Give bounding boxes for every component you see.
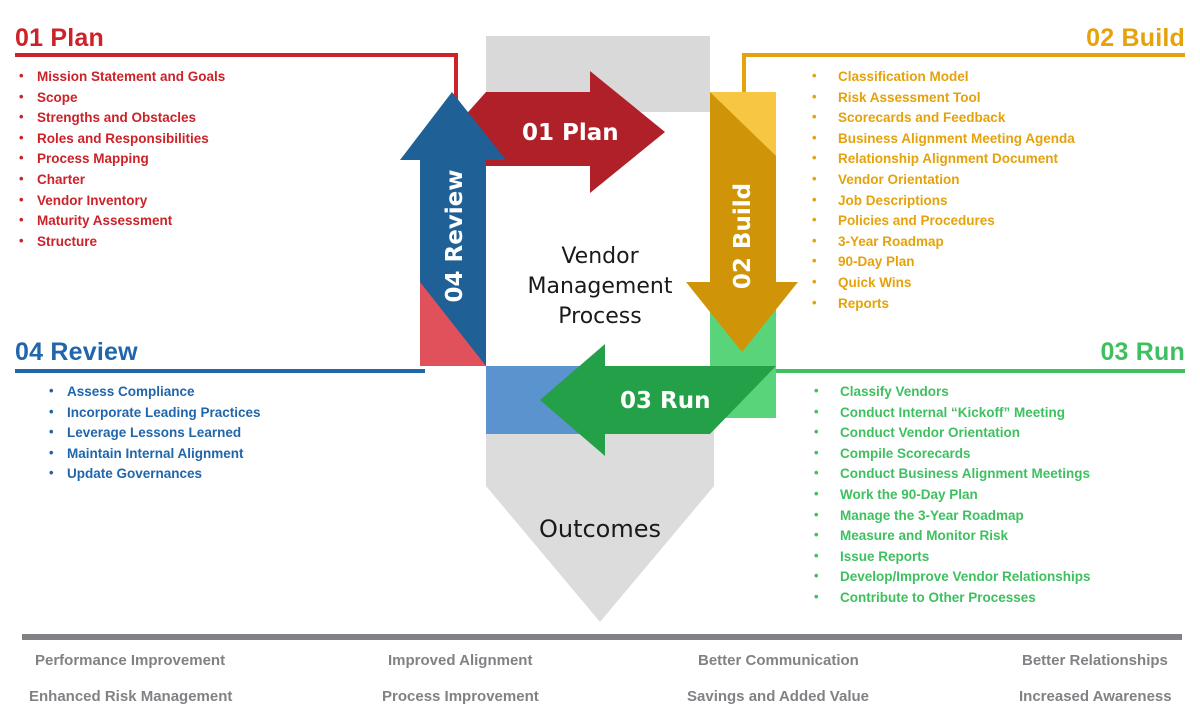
outcome-item: Performance Improvement [35,652,226,669]
outcome-item: Savings and Added Value [687,688,869,705]
quadrant-review-item: Assess Compliance [45,381,435,403]
connector-line-run-horizontal [775,369,1185,373]
outcome-item: Better Relationships [1022,652,1168,669]
quadrant-review-item: Maintain Internal Alignment [45,443,435,465]
outcome-item: Improved Alignment [388,652,533,669]
center-label-line-1: Vendor [561,244,639,269]
outcomes-grid: Performance Improvement Enhanced Risk Man… [0,648,1200,718]
quadrant-run-item: Conduct Vendor Orientation [810,422,1185,444]
quadrant-build-item: Reports [808,293,1185,315]
quadrant-run-item: Contribute to Other Processes [810,587,1185,609]
quadrant-build-item: 90-Day Plan [808,251,1185,273]
quadrant-review-title: 04 Review [15,338,138,366]
quadrant-run: 03 Run Classify VendorsConduct Internal … [760,340,1185,609]
quadrant-run-list: Classify VendorsConduct Internal “Kickof… [810,381,1185,609]
connector-line-build-horizontal [742,53,1185,57]
outcome-item: Enhanced Risk Management [29,688,233,705]
quadrant-build-item: Classification Model [808,66,1185,88]
quadrant-run-item: Measure and Monitor Risk [810,525,1185,547]
quadrant-build-item: Scorecards and Feedback [808,107,1185,129]
quadrant-run-item: Develop/Improve Vendor Relationships [810,566,1185,588]
outcomes-label: Outcomes [538,515,662,543]
quadrant-run-item: Classify Vendors [810,381,1185,403]
quadrant-run-item: Work the 90-Day Plan [810,484,1185,506]
quadrant-run-item: Issue Reports [810,546,1185,568]
outcome-item: Better Communication [698,652,859,669]
center-process-label: Vendor Management Process [460,242,740,332]
quadrant-build-item: Risk Assessment Tool [808,87,1185,109]
quadrant-run-item: Conduct Business Alignment Meetings [810,463,1185,485]
quadrant-build-item: 3-Year Roadmap [808,231,1185,253]
quadrant-review: 04 Review Assess ComplianceIncorporate L… [15,340,435,485]
outcomes-divider [22,634,1182,640]
quadrant-run-item: Conduct Internal “Kickoff” Meeting [810,402,1185,424]
quadrant-review-item: Incorporate Leading Practices [45,402,435,424]
quadrant-run-item: Manage the 3-Year Roadmap [810,505,1185,527]
quadrant-review-list: Assess ComplianceIncorporate Leading Pra… [45,381,435,485]
connector-line-review-horizontal [15,369,425,373]
center-label-line-3: Process [558,304,642,329]
outcome-item: Increased Awareness [1019,688,1172,705]
quadrant-review-item: Leverage Lessons Learned [45,422,435,444]
quadrant-build-list: Classification ModelRisk Assessment Tool… [808,66,1185,315]
quadrant-build-item: Quick Wins [808,272,1185,294]
quadrant-build-item: Business Alignment Meeting Agenda [808,128,1185,150]
connector-line-plan-horizontal [15,53,458,57]
quadrant-build-item: Policies and Procedures [808,210,1185,232]
arrow-plan-label: 01 Plan [522,120,619,146]
center-label-line-2: Management [527,274,673,299]
quadrant-build-item: Job Descriptions [808,190,1185,212]
quadrant-build-item: Vendor Orientation [808,169,1185,191]
quadrant-run-title: 03 Run [1100,338,1185,366]
quadrant-build-item: Relationship Alignment Document [808,148,1185,170]
diagram-canvas: 01 Plan Mission Statement and GoalsScope… [0,0,1200,724]
arrow-run-label: 03 Run [620,388,710,414]
outcome-item: Process Improvement [382,688,539,705]
vendor-management-cycle: 01 Plan 02 Build 03 Run 04 Review Vendor… [400,36,800,622]
quadrant-review-item: Update Governances [45,463,435,485]
quadrant-run-item: Compile Scorecards [810,443,1185,465]
